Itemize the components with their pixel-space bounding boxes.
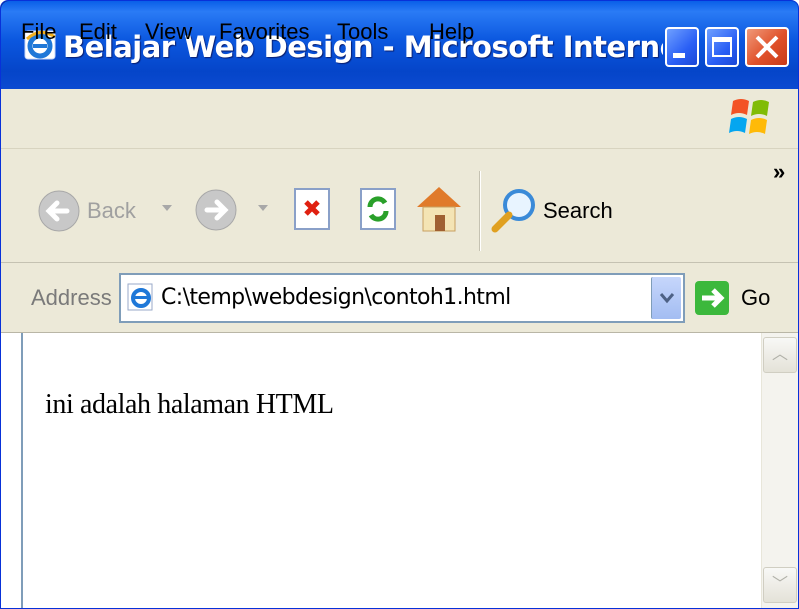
maximize-icon [712, 37, 732, 57]
go-button[interactable] [693, 277, 733, 319]
minimize-icon [673, 53, 685, 58]
scroll-up-button[interactable]: ︿ [763, 337, 797, 373]
search-button[interactable] [489, 185, 539, 235]
forward-button[interactable] [193, 187, 239, 233]
home-icon [417, 187, 461, 207]
minimize-button[interactable] [665, 27, 699, 67]
chevron-up-icon: ︿ [771, 346, 788, 363]
forward-dropdown-icon[interactable] [257, 203, 269, 213]
home-button[interactable] [413, 181, 465, 235]
toolbar-separator [479, 171, 481, 251]
menu-item-tools[interactable]: Tools [337, 15, 388, 49]
menu-item-file[interactable]: File [21, 15, 56, 49]
menu-item-view[interactable]: View [145, 15, 192, 49]
maximize-button[interactable] [705, 27, 739, 67]
menu-item-help[interactable]: Help [429, 15, 474, 49]
back-dropdown-icon[interactable] [161, 203, 173, 213]
refresh-button[interactable] [357, 187, 401, 231]
go-label[interactable]: Go [741, 281, 770, 315]
close-icon [755, 35, 779, 59]
address-dropdown-button[interactable] [651, 277, 681, 319]
page-ie-icon [127, 283, 153, 311]
search-magnifier-icon [491, 211, 513, 233]
chevron-down-icon [659, 293, 675, 304]
chevron-down-icon: ﹀ [771, 576, 788, 593]
search-label[interactable]: Search [543, 191, 613, 231]
page-content [21, 333, 798, 608]
back-label[interactable]: Back [87, 191, 136, 231]
close-button[interactable] [745, 27, 789, 67]
menu-item-edit[interactable]: Edit [79, 15, 117, 49]
menu-item-favorites[interactable]: Favorites [219, 15, 309, 49]
scroll-down-button[interactable]: ﹀ [763, 567, 797, 603]
browser-window: Belajar Web Design - Microsoft Internet … [0, 0, 799, 609]
stop-button[interactable] [291, 187, 335, 231]
windows-logo-icon [729, 99, 769, 134]
page-text: ini adalah halaman HTML [45, 389, 334, 420]
address-label: Address [31, 285, 112, 310]
left-frame [1, 333, 21, 608]
address-value[interactable]: C:\temp\webdesign\contoh1.html [161, 277, 511, 319]
toolbar-more-chevron-icon[interactable]: » [773, 161, 785, 183]
menu-bar [1, 89, 798, 149]
